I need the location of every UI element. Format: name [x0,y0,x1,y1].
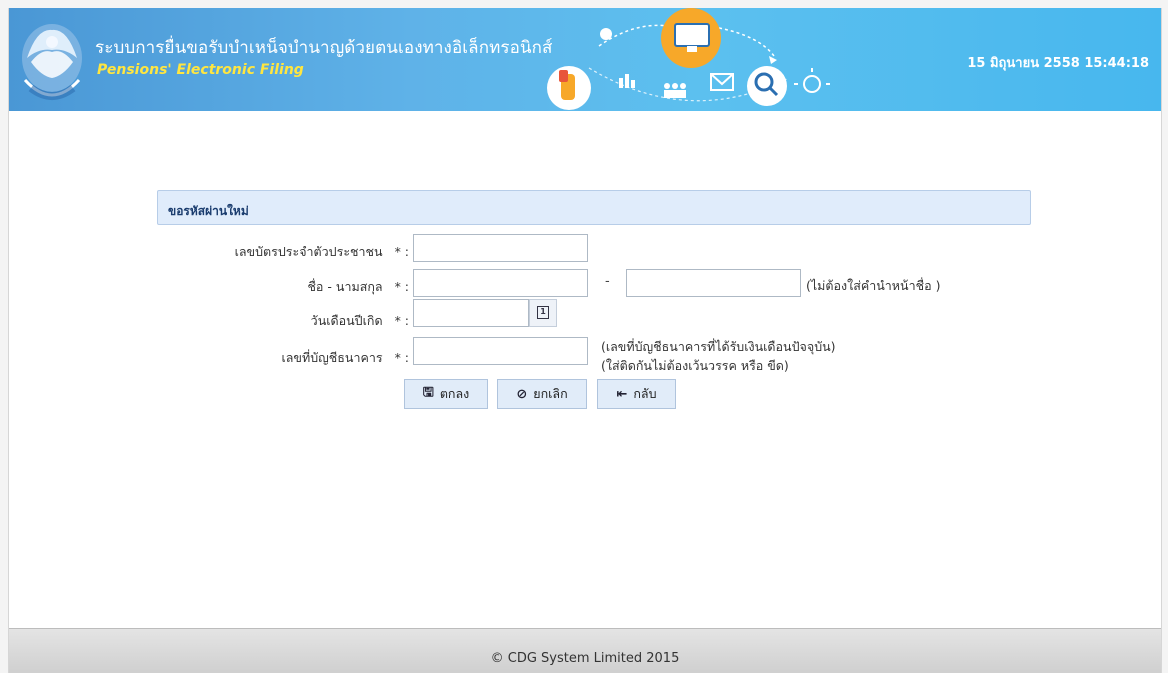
account-note-1: (เลขที่บัญชีธนาคารที่ได้รับเงินเดือนปัจจ… [601,339,836,354]
system-title-english: Pensions' Electronic Filing [97,62,304,78]
section-title: ขอรหัสผ่านใหม่ [168,204,249,218]
required-mark: * : [394,350,409,365]
required-mark: * : [394,313,409,328]
calendar-button[interactable]: 1 [529,299,557,327]
department-seal-icon [22,24,82,100]
required-mark: * : [394,244,409,259]
header-banner: ระบบการยื่นขอรับบำเหน็จบำนาญด้วยตนเองทาง… [9,8,1161,111]
name-note: (ไม่ต้องใส่คำนำหน้าชื่อ ) [806,278,941,293]
account-note-2: (ใส่ติดกันไม่ต้องเว้นวรรค หรือ ขีด) [601,358,789,373]
footer: © CDG System Limited 2015 [9,628,1161,673]
id-card-label: เลขบัตรประจำตัวประชาชน * : [234,244,409,259]
back-button[interactable]: ⇤ กลับ [597,379,676,409]
name-label: ชื่อ - นามสกุล * : [307,279,409,294]
people-icon [664,83,686,98]
first-name-input[interactable] [413,269,588,297]
system-title-thai: ระบบการยื่นขอรับบำเหน็จบำนาญด้วยตนเองทาง… [95,38,553,58]
main-content: ขอรหัสผ่านใหม่ เลขบัตรประจำตัวประชาชน * … [9,111,1161,628]
back-icon: ⇤ [616,386,628,402]
last-name-input[interactable] [626,269,801,297]
header-decoration-icons [547,8,830,110]
chart-icon [619,74,635,88]
account-label: เลขที่บัญชีธนาคาร * : [281,350,410,365]
current-datetime: 15 มิถุนายน 2558 15:44:18 [967,56,1149,71]
id-card-input[interactable] [413,234,588,262]
required-mark: * : [394,279,409,294]
ok-button[interactable]: 🖫 ตกลง [404,379,488,409]
section-header: ขอรหัสผ่านใหม่ [157,190,1031,225]
copyright-text: © CDG System Limited 2015 [490,651,680,666]
name-separator: - [605,274,610,289]
save-icon: 🖫 [422,385,434,400]
account-number-input[interactable] [413,337,588,365]
cancel-icon: ⊘ [516,386,528,402]
cancel-button[interactable]: ⊘ ยกเลิก [497,379,587,409]
page-frame: ระบบการยื่นขอรับบำเหน็จบำนาญด้วยตนเองทาง… [8,8,1162,673]
calendar-icon: 1 [537,306,549,319]
birthdate-input[interactable] [413,299,529,327]
birthdate-label: วันเดือนปีเกิด * : [310,313,409,328]
